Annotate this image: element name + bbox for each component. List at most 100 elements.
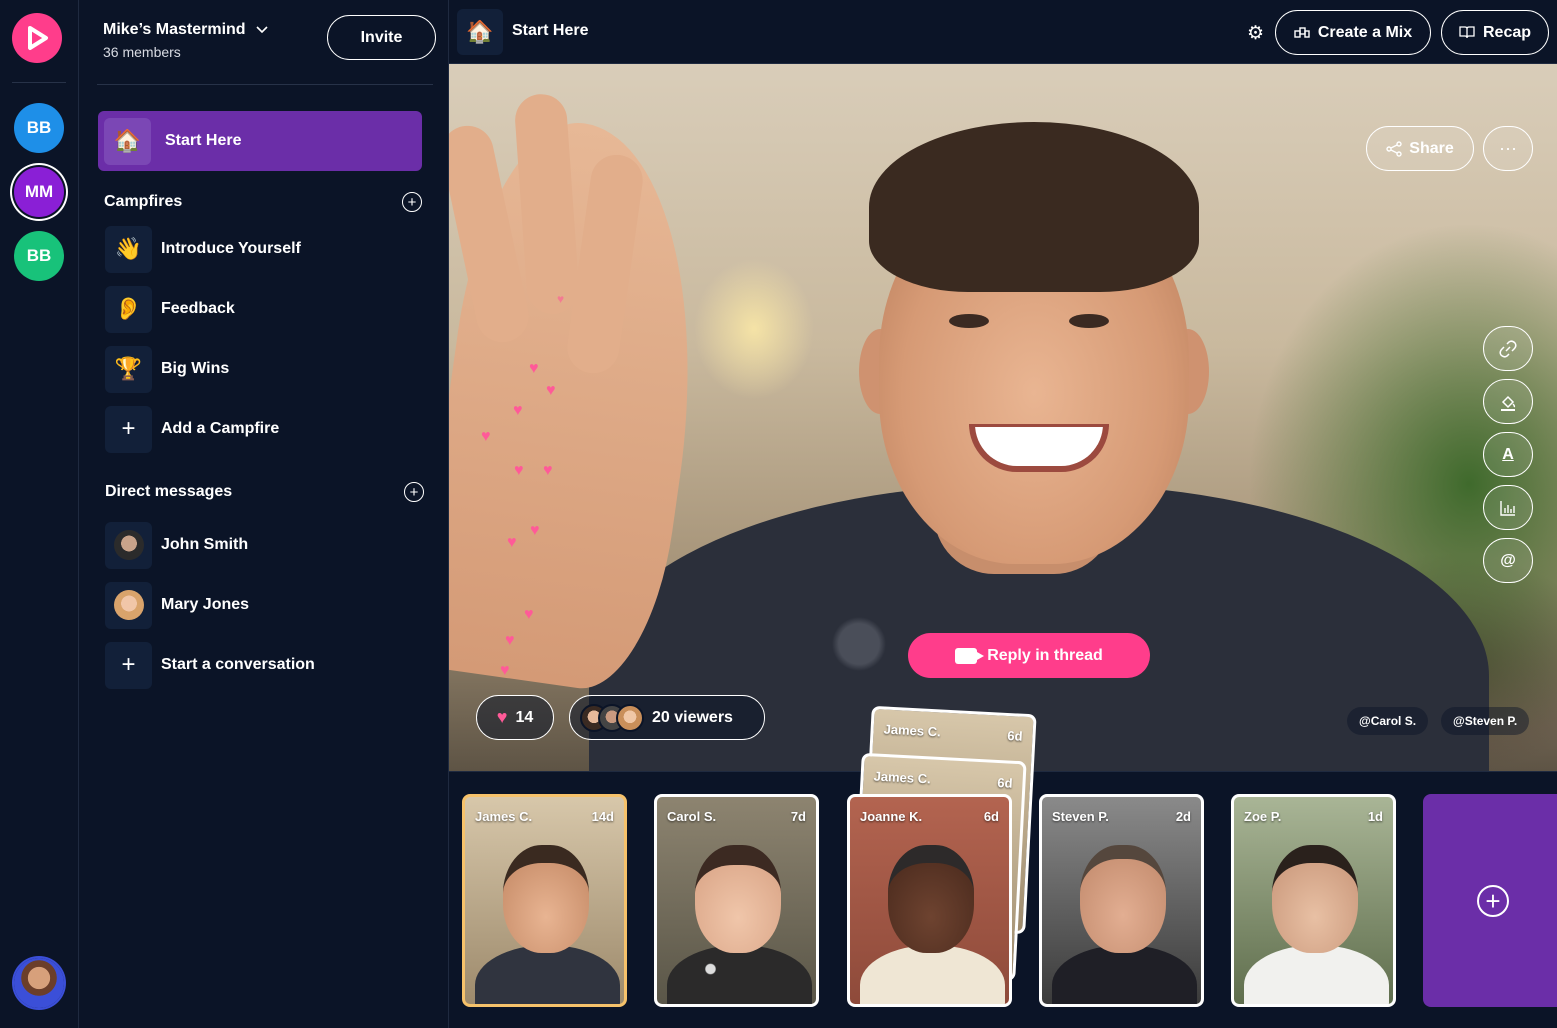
fill-icon — [1501, 395, 1516, 411]
thumbnail-zoe-p[interactable]: Zoe P. 1d — [1231, 794, 1396, 1007]
workspace-rail: BB MM BB — [0, 0, 79, 1028]
member-count: 36 members — [103, 44, 181, 60]
heart-icon: ♥ — [514, 462, 524, 479]
video-camera-icon — [955, 647, 985, 664]
video-subject-eye — [1069, 314, 1109, 328]
thumbnail-name: James C. — [475, 809, 533, 824]
invite-button[interactable]: Invite — [327, 15, 436, 60]
add-dm-plus-icon[interactable]: + — [404, 482, 424, 502]
thumbnail-age: 1d — [1367, 809, 1383, 824]
sidebar-item-dm-john-smith[interactable]: John Smith — [105, 521, 248, 569]
workspace-bb-2[interactable]: BB — [14, 231, 64, 281]
mention-tag[interactable]: @Carol S. — [1347, 707, 1429, 735]
app-logo-icon[interactable] — [12, 13, 62, 63]
thumbnail-face — [1272, 845, 1358, 953]
thumbnail-face — [695, 845, 781, 953]
heart-icon: ♥ — [557, 292, 565, 306]
sidebar-item-label: Mary Jones — [161, 596, 250, 613]
thumbnail-body — [860, 945, 1005, 1004]
thumbnail-james-c[interactable]: James C. 14d — [462, 794, 627, 1007]
video-player[interactable]: ♥ ♥ ♥ ♥ ♥ ♥ ♥ ♥ ♥ ♥ ♥ ♥ Share ··· A @ Re… — [449, 64, 1557, 771]
thumbnail-body — [1052, 945, 1197, 1004]
heart-icon: ♥ — [529, 360, 539, 377]
thumbnail-name: Joanne K. — [860, 809, 923, 824]
chevron-down-icon — [255, 26, 268, 34]
waving-hand-icon: 👋 — [105, 225, 152, 273]
sidebar-item-label: Start Here — [165, 132, 242, 149]
campfires-heading: Campfires — [104, 193, 183, 210]
workspace-initials: BB — [26, 246, 52, 265]
app-root: BB MM BB Mike’s Mastermind 36 members In… — [0, 0, 1557, 1028]
recap-button[interactable]: Recap — [1441, 10, 1549, 55]
viewer-avatars — [580, 703, 644, 732]
share-button[interactable]: Share — [1366, 126, 1474, 171]
thumbnail-name: Carol S. — [667, 809, 717, 824]
mention-tool-button[interactable]: @ — [1483, 538, 1533, 583]
chart-tool-button[interactable] — [1483, 485, 1533, 530]
create-mix-label: Create a Mix — [1317, 23, 1413, 41]
dm-avatar-box — [105, 521, 152, 569]
page-title: Start Here — [512, 22, 589, 39]
thumbnail-face — [503, 845, 589, 953]
direct-messages-heading: Direct messages — [105, 483, 233, 500]
sidebar-item-label: John Smith — [161, 536, 249, 553]
thumbnail-age: 2d — [1175, 809, 1191, 824]
viewers-button[interactable]: 20 viewers — [569, 695, 765, 740]
video-subject-hair — [869, 122, 1199, 292]
create-mix-button[interactable]: Create a Mix — [1275, 10, 1431, 55]
thumbnail-name: James C. — [873, 768, 932, 787]
mention-tag[interactable]: @Steven P. — [1441, 707, 1530, 735]
chart-icon — [1500, 500, 1515, 516]
share-icon — [1386, 140, 1402, 157]
fill-tool-button[interactable] — [1483, 379, 1533, 424]
sidebar-item-dm-mary-jones[interactable]: Mary Jones — [105, 581, 249, 629]
ellipsis-icon: ··· — [1499, 138, 1517, 158]
message-thumbnail-strip: James C. 14d Carol S. 7d James C. 6d Jam… — [449, 705, 1557, 1028]
house-icon: 🏠 — [457, 9, 503, 55]
trophy-icon: 🏆 — [105, 345, 152, 393]
group-switcher[interactable]: Mike’s Mastermind — [103, 21, 268, 39]
sidebar-item-start-here[interactable]: 🏠 Start Here — [98, 111, 422, 171]
sidebar-item-label: Introduce Yourself — [161, 240, 301, 257]
thumbnail-name: James C. — [883, 721, 942, 740]
more-options-button[interactable]: ··· — [1483, 126, 1533, 171]
workspace-bb-1[interactable]: BB — [14, 103, 64, 153]
thumbnail-steven-p[interactable]: Steven P. 2d — [1039, 794, 1204, 1007]
text-tool-button[interactable]: A — [1483, 432, 1533, 477]
channel-sidebar: Mike’s Mastermind 36 members Invite 🏠 St… — [79, 0, 449, 1028]
user-avatar[interactable] — [14, 958, 64, 1008]
reply-in-thread-button[interactable]: Reply in thread — [908, 633, 1150, 678]
sidebar-item-label: Start a conversation — [161, 656, 315, 673]
like-count: 14 — [515, 708, 534, 726]
link-icon — [1499, 339, 1517, 358]
thumbnail-age: 6d — [983, 809, 999, 824]
heart-icon: ♥ — [505, 632, 515, 649]
sidebar-item-introduce-yourself[interactable]: 👋 Introduce Yourself — [105, 225, 301, 273]
like-button[interactable]: ♥ 14 — [476, 695, 554, 740]
thumbnail-name: Steven P. — [1052, 809, 1109, 824]
thumbnail-body — [475, 945, 620, 1004]
sidebar-item-label: Big Wins — [161, 360, 230, 377]
thumbnail-face — [1080, 845, 1166, 953]
add-message-tile[interactable]: + — [1423, 794, 1557, 1007]
thumbnail-carol-s[interactable]: Carol S. 7d — [654, 794, 819, 1007]
add-campfire-plus-icon[interactable]: + — [402, 192, 422, 212]
house-icon: 🏠 — [104, 117, 151, 165]
sidebar-item-big-wins[interactable]: 🏆 Big Wins — [105, 345, 229, 393]
sidebar-item-feedback[interactable]: 👂 Feedback — [105, 285, 235, 333]
sidebar-item-add-campfire[interactable]: + Add a Campfire — [105, 405, 279, 453]
sidebar-item-start-conversation[interactable]: + Start a conversation — [105, 641, 315, 689]
text-icon: A — [1502, 445, 1514, 463]
link-tool-button[interactable] — [1483, 326, 1533, 371]
book-icon — [1459, 26, 1475, 39]
thumbnail-joanne-k[interactable]: Joanne K. 6d — [847, 794, 1012, 1007]
recap-label: Recap — [1482, 23, 1532, 41]
workspace-mm[interactable]: MM — [14, 167, 64, 217]
reply-label: Reply in thread — [987, 646, 1103, 664]
workspace-initials: BB — [26, 118, 52, 137]
gear-icon[interactable]: ⚙ — [1247, 22, 1264, 45]
avatar — [616, 703, 644, 732]
sidebar-divider — [97, 84, 433, 85]
heart-icon: ♥ — [546, 382, 556, 399]
sidebar-item-label: Feedback — [161, 300, 235, 317]
